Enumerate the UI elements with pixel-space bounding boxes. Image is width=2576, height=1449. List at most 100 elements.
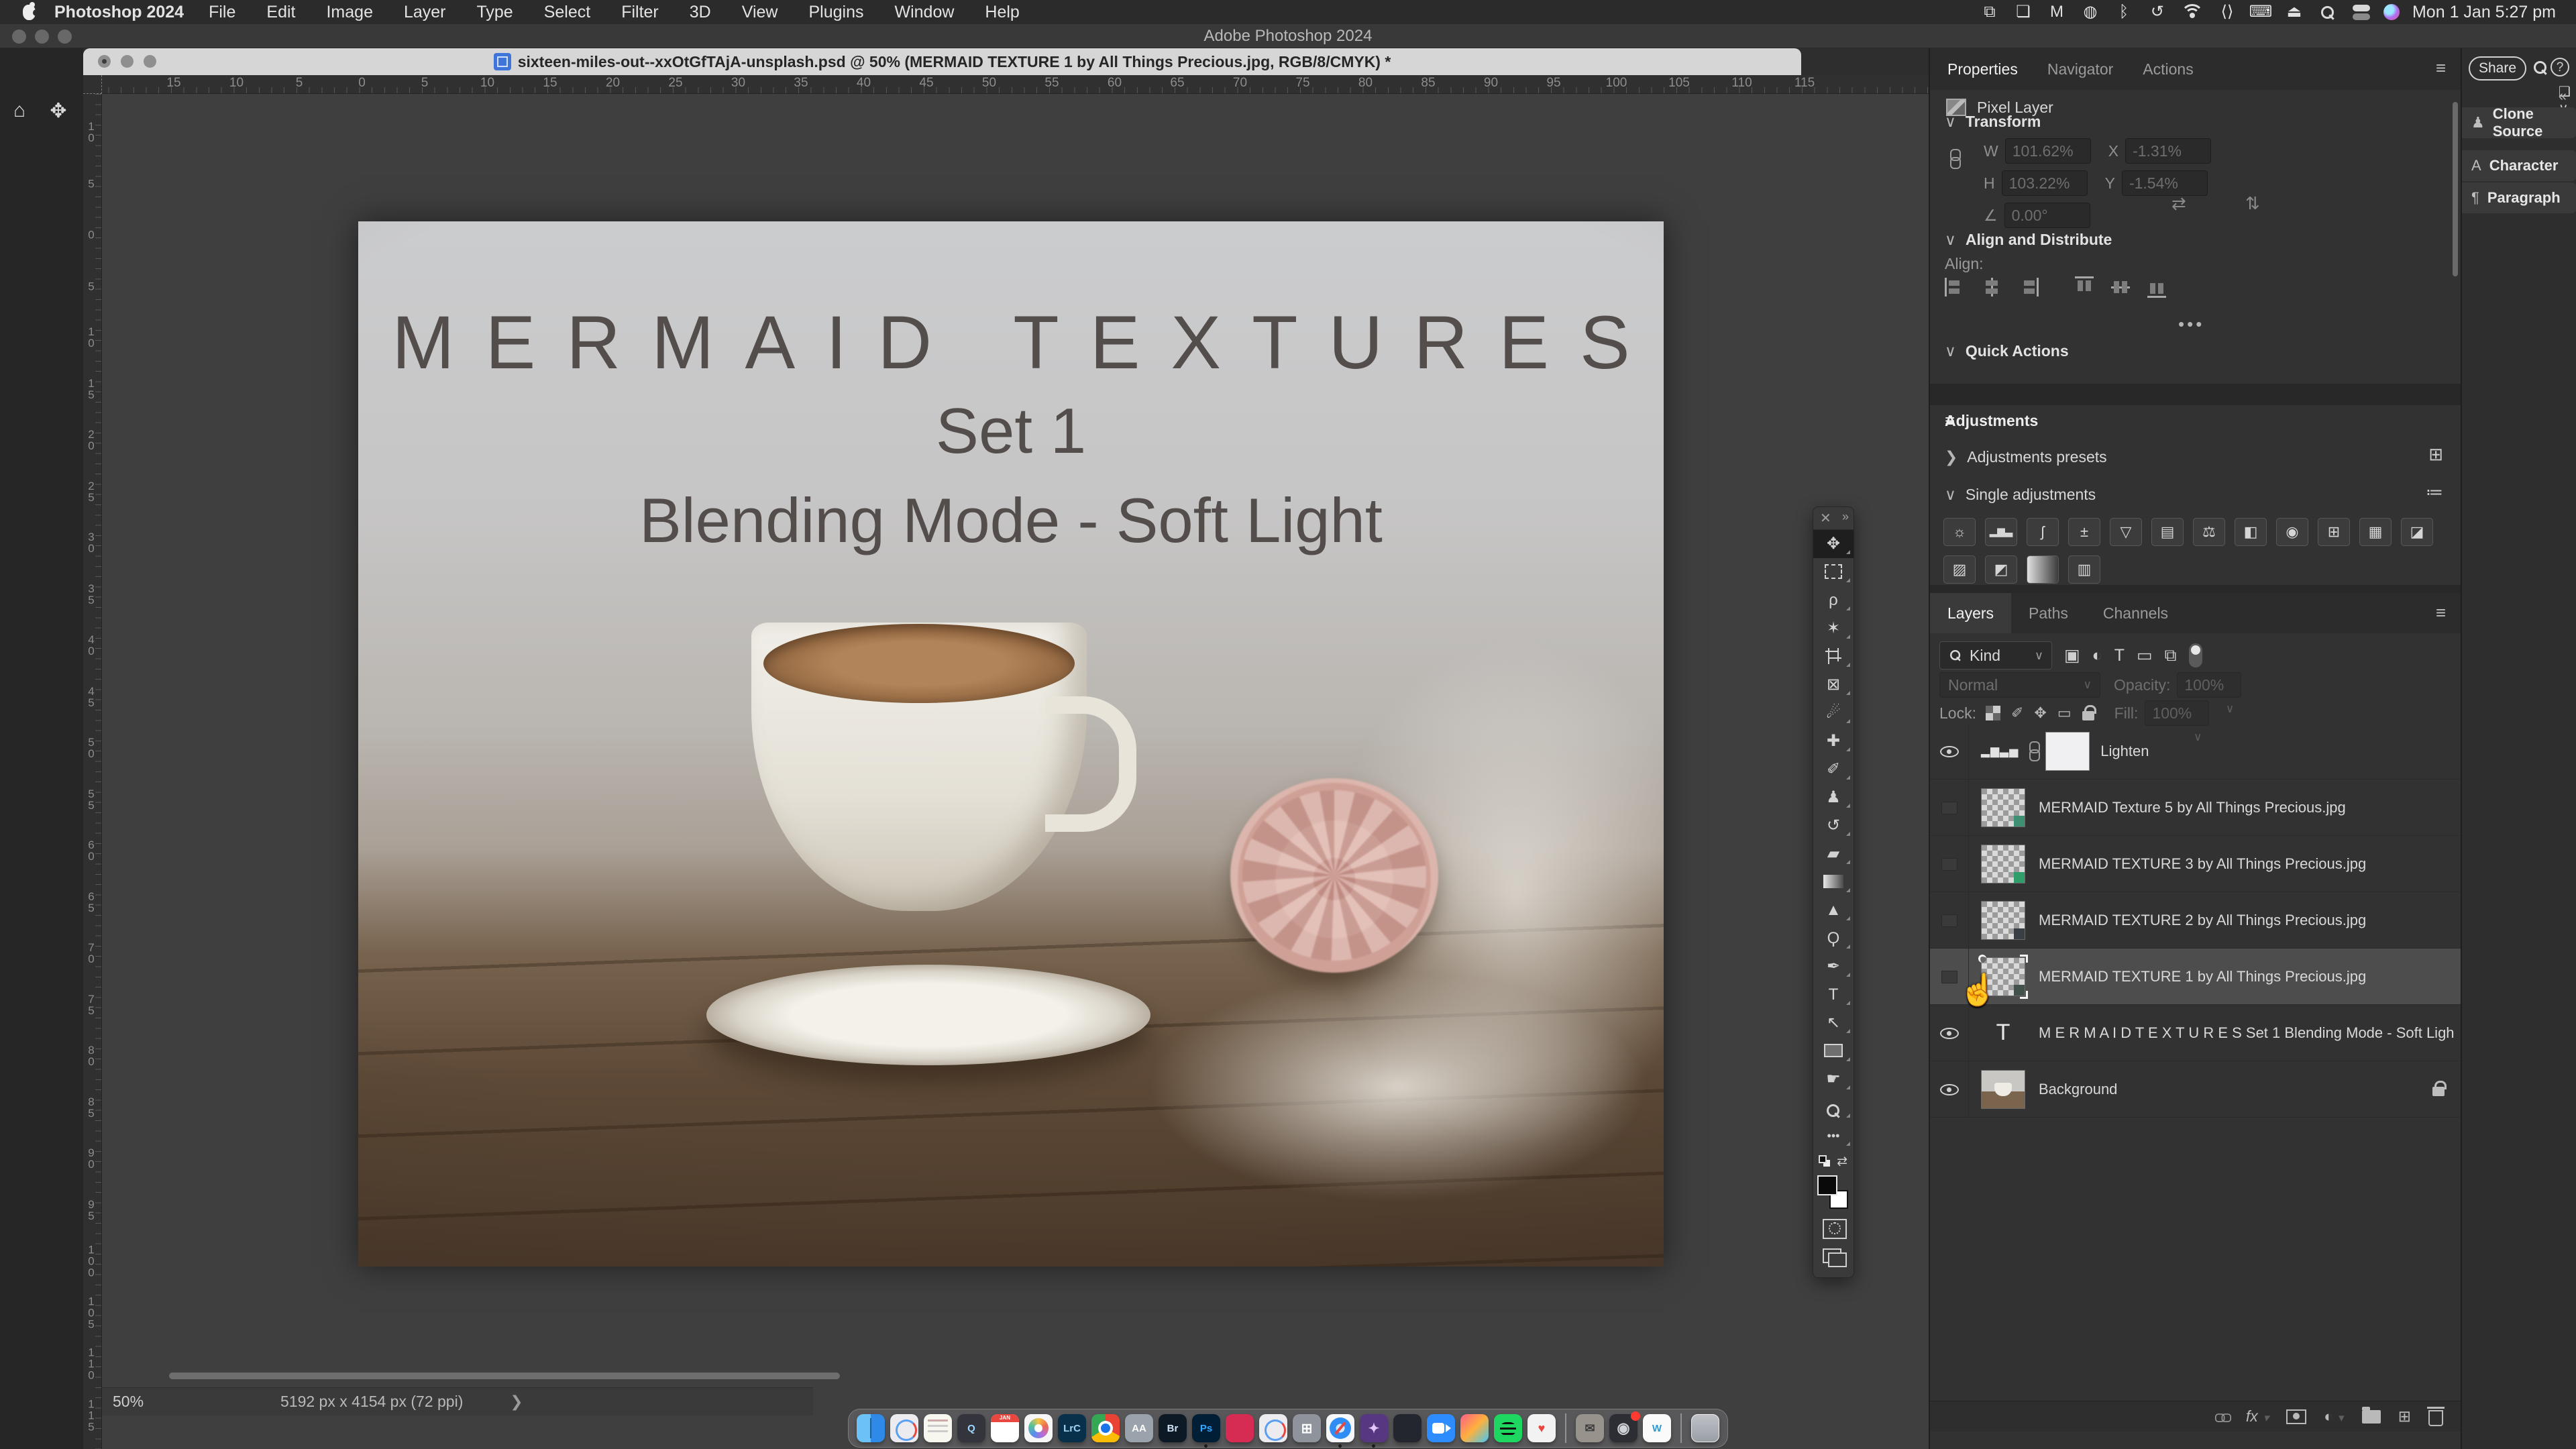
lock-transparency-icon[interactable] [1985, 706, 2000, 720]
dock-calculator[interactable] [1293, 1414, 1321, 1442]
dock-creative-cloud[interactable] [1460, 1414, 1489, 1442]
spotlight-icon[interactable] [2316, 0, 2340, 24]
canvas-pasteboard[interactable]: MERMAID TEXTURES Set 1 Blending Mode - S… [102, 94, 1929, 1449]
filter-kind-dropdown[interactable]: Kind ∨ [1939, 641, 2052, 669]
lasso-tool[interactable]: ρ [1813, 586, 1854, 614]
visibility-toggle[interactable] [1930, 1061, 1969, 1118]
bluetooth-icon[interactable]: ᛒ [2112, 0, 2136, 24]
status-chevron-icon[interactable]: ❯ [510, 1393, 523, 1411]
eraser-tool[interactable]: ▰ [1813, 840, 1854, 868]
visibility-toggle[interactable] [1930, 835, 1969, 892]
align-more-options-icon[interactable]: ••• [2178, 314, 2204, 335]
ruler-origin-box[interactable] [83, 75, 102, 94]
channel-mixer-icon[interactable]: ⊞ [2318, 518, 2350, 546]
flip-vertical-icon[interactable]: ⇅ [2245, 193, 2277, 214]
display-icon[interactable]: ❏ [2011, 0, 2035, 24]
tab-paths[interactable]: Paths [2011, 593, 2086, 633]
dock-preview[interactable] [890, 1414, 918, 1442]
brightness-contrast-icon[interactable]: ☼ [1943, 518, 1976, 546]
presets-grid-icon[interactable]: ⊞ [2428, 444, 2443, 465]
filter-type-layers-icon[interactable]: T [2114, 646, 2125, 665]
menu-3d[interactable]: 3D [674, 3, 727, 22]
close-palette-icon[interactable]: ✕ [1820, 510, 1831, 527]
pen-tool[interactable]: ✒ [1813, 953, 1854, 981]
share-button[interactable]: Share [2469, 56, 2526, 80]
brush-tool[interactable]: ✐ [1813, 755, 1854, 784]
align-bottom-icon[interactable] [2146, 276, 2167, 298]
toolbar-ellipsis[interactable]: ••• [1813, 1122, 1854, 1150]
quick-mask-button[interactable] [1813, 1214, 1854, 1242]
menu-edit[interactable]: Edit [251, 3, 311, 22]
healing-brush-tool[interactable]: ✚ [1813, 727, 1854, 755]
menu-help[interactable]: Help [969, 3, 1034, 22]
menu-filter[interactable]: Filter [606, 3, 674, 22]
align-left-icon[interactable] [1945, 276, 1966, 298]
selective-color-icon[interactable]: ▥ [2068, 555, 2100, 584]
layer-row[interactable]: MERMAID TEXTURE 1 by All Things Precious… [1930, 948, 2461, 1005]
accessibility-icon[interactable]: ◍ [2078, 0, 2102, 24]
filter-adjustment-layers-icon[interactable]: ◐ [2092, 646, 2102, 665]
align-vertical-center-icon[interactable] [2110, 276, 2131, 298]
type-tool[interactable]: T [1813, 981, 1854, 1009]
menu-image[interactable]: Image [311, 3, 388, 22]
dock-capture[interactable] [1259, 1414, 1287, 1442]
frame-tool[interactable]: ⊠ [1813, 671, 1854, 699]
history-brush-tool[interactable]: ↺ [1813, 812, 1854, 840]
menu-file[interactable]: File [193, 3, 251, 22]
app-menu[interactable]: Photoshop 2024 [54, 3, 184, 22]
align-horizontal-center-icon[interactable] [1981, 276, 2002, 298]
y-field[interactable]: -1.54% [2121, 170, 2208, 196]
angle-field[interactable]: 0.00° [2004, 203, 2090, 228]
flip-horizontal-icon[interactable]: ⇄ [2171, 193, 2204, 214]
photo-filter-icon[interactable]: ◉ [2276, 518, 2308, 546]
control-center-icon[interactable] [2349, 0, 2373, 24]
color-balance-icon[interactable]: ⚖ [2193, 518, 2225, 546]
crop-tool[interactable] [1813, 643, 1854, 671]
layer-row[interactable]: MERMAID TEXTURE 2 by All Things Precious… [1930, 892, 2461, 949]
blend-mode-dropdown[interactable]: Normal ∨ [1939, 672, 2100, 698]
wifi-icon[interactable] [2179, 0, 2206, 24]
dock-quicktime[interactable] [957, 1414, 985, 1442]
visibility-toggle[interactable] [1930, 779, 1969, 836]
single-adjustments-row[interactable]: ∨ Single adjustments [1945, 486, 2096, 504]
filter-pixel-layers-icon[interactable]: ▣ [2064, 645, 2080, 665]
dock-photos[interactable] [1024, 1414, 1053, 1442]
gradient-map-icon[interactable] [2027, 555, 2059, 584]
tab-channels[interactable]: Channels [2086, 593, 2186, 633]
dock-notes[interactable] [924, 1414, 952, 1442]
lock-position-icon[interactable]: ✥ [2034, 704, 2046, 722]
transform-section-header[interactable]: ∨ Transform [1945, 113, 2041, 131]
dock-spotify[interactable] [1494, 1414, 1522, 1442]
blur-tool[interactable]: ▲ [1813, 896, 1854, 924]
align-right-icon[interactable] [2017, 276, 2039, 298]
dock-imovie[interactable] [1360, 1414, 1388, 1448]
home-icon[interactable]: ⌂ [3, 99, 36, 122]
malwarebytes-icon[interactable]: M [2045, 0, 2069, 24]
black-white-icon[interactable]: ◧ [2235, 518, 2267, 546]
tab-navigator[interactable]: Navigator [2047, 60, 2113, 78]
keyboard-icon[interactable]: ⌨ [2249, 0, 2273, 24]
panel-tab-character[interactable]: A Character [2462, 150, 2576, 181]
foreground-color-swatch[interactable] [1817, 1175, 1837, 1195]
panel-menu-icon[interactable]: ≡ [2436, 58, 2446, 78]
hand-tool[interactable]: ☛ [1813, 1065, 1854, 1093]
lock-paint-icon[interactable]: ✐ [2011, 704, 2023, 722]
document-tab[interactable]: sixteen-miles-out--xxOtGfTAjA-unsplash.p… [83, 48, 1801, 75]
posterize-icon[interactable]: ▨ [1943, 555, 1976, 584]
dock-wacom-center[interactable]: W [1643, 1414, 1671, 1442]
document-info[interactable]: 5192 px x 4154 px (72 ppi) [280, 1393, 463, 1411]
dock-calendar[interactable]: 1 [991, 1414, 1019, 1442]
layers-menu-icon[interactable]: ≡ [2436, 602, 2446, 623]
layer-row[interactable]: T M E R M A I D T E X T U R E S Set 1 Ble… [1930, 1004, 2461, 1061]
menu-layer[interactable]: Layer [388, 3, 462, 22]
menu-plugins[interactable]: Plugins [793, 3, 879, 22]
color-lookup-icon[interactable]: ▦ [2359, 518, 2392, 546]
dock-indesign[interactable] [1226, 1414, 1254, 1442]
tab-close-icon[interactable] [98, 55, 111, 68]
opacity-field[interactable]: 100% ∨ [2177, 672, 2242, 715]
align-top-icon[interactable] [2074, 276, 2095, 298]
menu-type[interactable]: Type [462, 3, 529, 22]
screen-mode-button[interactable] [1813, 1242, 1854, 1271]
visibility-toggle[interactable] [1930, 892, 1969, 949]
dock-terminal[interactable] [1393, 1414, 1421, 1442]
